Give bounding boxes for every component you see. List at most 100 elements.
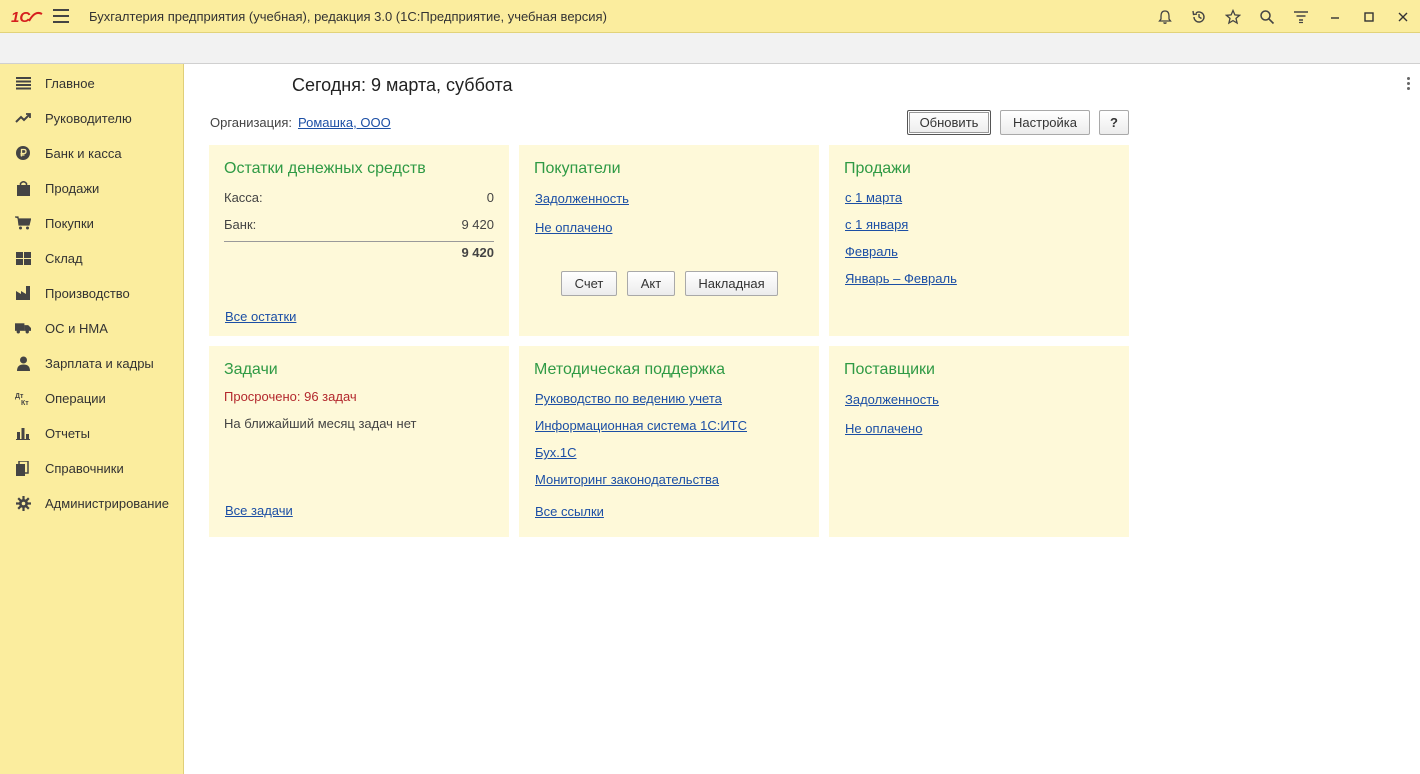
svg-text:1С: 1С (11, 9, 31, 26)
settings-button[interactable]: Настройка (1000, 110, 1090, 135)
support-link[interactable]: Информационная система 1С:ИТС (535, 418, 747, 433)
sales-period-link[interactable]: с 1 января (845, 217, 908, 232)
bell-icon[interactable] (1148, 0, 1182, 33)
main-menu-button[interactable] (53, 9, 69, 23)
sales-period-link[interactable]: Февраль (845, 244, 898, 259)
all-tasks-link[interactable]: Все задачи (225, 503, 293, 518)
sidebar-item-reports[interactable]: Отчеты (0, 415, 183, 450)
panel-sales: Продажи с 1 марта с 1 января Февраль Янв… (829, 145, 1129, 336)
toolbar-strip (0, 33, 1420, 64)
sales-period-link[interactable]: Январь – Февраль (845, 271, 957, 286)
suppliers-unpaid-link[interactable]: Не оплачено (845, 421, 922, 436)
bank-label: Банк: (224, 217, 257, 232)
panel-title[interactable]: Задачи (224, 361, 278, 379)
panel-suppliers: Поставщики Задолженность Не оплачено (829, 346, 1129, 537)
dt-kt-icon: Дт Кт (15, 390, 31, 406)
panel-title[interactable]: Продажи (844, 160, 911, 178)
overdue-tasks[interactable]: Просрочено: 96 задач (224, 389, 357, 404)
panel-tasks: Задачи Просрочено: 96 задач На ближайший… (209, 346, 509, 537)
bar-chart-icon (15, 425, 31, 441)
refresh-button[interactable]: Обновить (907, 110, 991, 135)
waybill-button[interactable]: Накладная (685, 271, 778, 296)
search-icon[interactable] (1250, 0, 1284, 33)
app-title: Бухгалтерия предприятия (учебная), редак… (89, 9, 607, 24)
sidebar-item-label: Главное (45, 76, 95, 91)
sidebar-item-operations[interactable]: Дт Кт Операции (0, 380, 183, 415)
panel-buyers: Покупатели Задолженность Не оплачено Сче… (519, 145, 819, 336)
sidebar-item-label: Справочники (45, 461, 124, 476)
close-icon[interactable] (1386, 0, 1420, 33)
person-icon (15, 355, 31, 371)
divider (224, 241, 494, 242)
minimize-icon[interactable] (1318, 0, 1352, 33)
sidebar-item-label: Отчеты (45, 426, 90, 441)
invoice-button[interactable]: Счет (561, 271, 617, 296)
suppliers-debt-link[interactable]: Задолженность (845, 392, 939, 407)
sidebar-item-label: Склад (45, 251, 83, 266)
books-icon (15, 460, 31, 476)
sidebar-item-label: Банк и касса (45, 146, 122, 161)
help-button[interactable]: ? (1099, 110, 1129, 135)
factory-icon (15, 285, 31, 301)
org-label: Организация: (210, 115, 293, 130)
sidebar-item-production[interactable]: Производство (0, 275, 183, 310)
sidebar-item-salary[interactable]: Зарплата и кадры (0, 345, 183, 380)
panel-title[interactable]: Поставщики (844, 361, 935, 379)
main-content: Сегодня: 9 марта, суббота Организация: Р… (184, 64, 1420, 774)
panel-support: Методическая поддержка Руководство по ве… (519, 346, 819, 537)
more-actions-icon[interactable] (1404, 77, 1412, 91)
sidebar: Главное Руководителю Банк и касса Продаж… (0, 64, 184, 774)
panel-title[interactable]: Покупатели (534, 160, 621, 178)
all-balances-link[interactable]: Все остатки (225, 309, 296, 324)
sidebar-item-label: Зарплата и кадры (45, 356, 154, 371)
history-icon[interactable] (1182, 0, 1216, 33)
sales-period-link[interactable]: с 1 марта (845, 190, 902, 205)
page-title: Сегодня: 9 марта, суббота (292, 75, 513, 95)
sidebar-item-label: Операции (45, 391, 106, 406)
sidebar-item-catalogs[interactable]: Справочники (0, 450, 183, 485)
sidebar-item-label: Производство (45, 286, 130, 301)
panel-title[interactable]: Методическая поддержка (534, 361, 725, 379)
bag-icon (15, 180, 31, 196)
sidebar-item-manager[interactable]: Руководителю (0, 100, 183, 135)
support-link[interactable]: Мониторинг законодательства (535, 472, 719, 487)
sidebar-item-purchases[interactable]: Покупки (0, 205, 183, 240)
support-link[interactable]: Бух.1С (535, 445, 576, 460)
gear-icon (15, 495, 31, 511)
settings-menu-icon[interactable] (1284, 0, 1318, 33)
cash-label: Касса: (224, 190, 263, 205)
title-bar: 1С Бухгалтерия предприятия (учебная), ре… (0, 0, 1420, 33)
panel-title[interactable]: Остатки денежных средств (224, 160, 426, 178)
bank-value: 9 420 (461, 217, 494, 232)
sidebar-item-main[interactable]: Главное (0, 65, 183, 100)
svg-text:Кт: Кт (21, 400, 29, 406)
sidebar-item-sales[interactable]: Продажи (0, 170, 183, 205)
menu-lines-icon (15, 75, 31, 91)
warehouse-icon (15, 250, 31, 266)
cart-icon (15, 215, 31, 231)
sidebar-item-label: Администрирование (45, 496, 169, 511)
sidebar-item-label: Покупки (45, 216, 94, 231)
star-icon[interactable] (1216, 0, 1250, 33)
all-links-link[interactable]: Все ссылки (535, 504, 604, 519)
sidebar-item-label: Продажи (45, 181, 100, 196)
sidebar-item-warehouse[interactable]: Склад (0, 240, 183, 275)
cash-value: 0 (486, 190, 494, 205)
buyers-debt-link[interactable]: Задолженность (535, 191, 629, 206)
sidebar-item-label: ОС и НМА (45, 321, 108, 336)
sidebar-item-admin[interactable]: Администрирование (0, 485, 183, 520)
buyers-unpaid-link[interactable]: Не оплачено (535, 220, 612, 235)
sidebar-item-label: Руководителю (45, 111, 132, 126)
sidebar-item-bank[interactable]: Банк и касса (0, 135, 183, 170)
tasks-note: На ближайший месяц задач нет (224, 416, 417, 431)
maximize-icon[interactable] (1352, 0, 1386, 33)
total-value: 9 420 (461, 245, 494, 260)
svg-text:Дт: Дт (15, 393, 24, 400)
org-link[interactable]: Ромашка, ООО (298, 115, 391, 130)
trend-icon (15, 110, 31, 126)
sidebar-item-fixed-assets[interactable]: ОС и НМА (0, 310, 183, 345)
ruble-icon (15, 145, 31, 161)
act-button[interactable]: Акт (627, 271, 675, 296)
1c-logo: 1С (11, 8, 43, 26)
support-link[interactable]: Руководство по ведению учета (535, 391, 722, 406)
